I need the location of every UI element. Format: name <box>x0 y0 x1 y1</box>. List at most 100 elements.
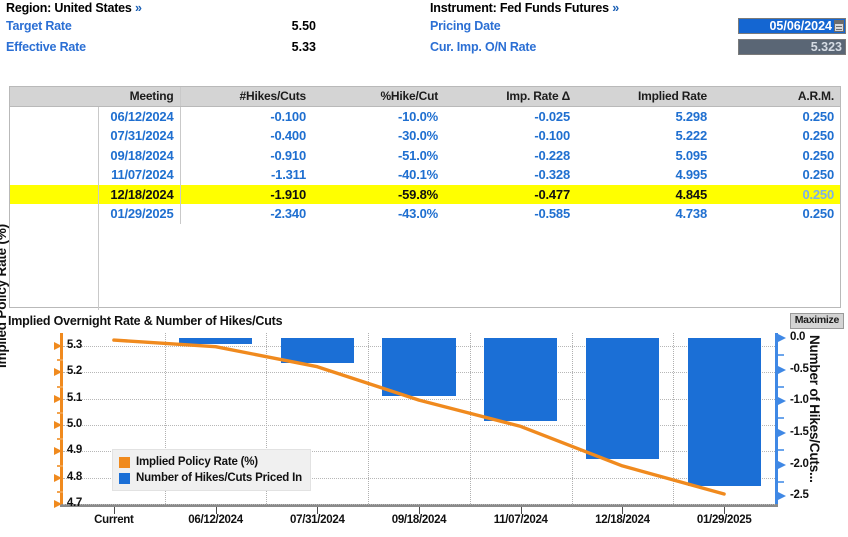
imp-rate-delta-cell: -0.477 <box>444 184 576 204</box>
imp-rate-delta-cell: -0.228 <box>534 147 570 163</box>
chart-right-tick-label: -1.5 <box>790 426 809 439</box>
meeting-cell: 11/07/2024 <box>98 165 181 185</box>
chart-right-tick-mark <box>778 460 786 469</box>
chart-x-tick-label: 12/18/2024 <box>595 514 650 526</box>
hikes-cuts-cell: -0.910 <box>270 147 306 163</box>
chart-left-tick-mark <box>54 421 62 430</box>
chart-left-tick-label: 4.8 <box>66 470 82 483</box>
implied-rate-cell: 5.222 <box>675 128 707 144</box>
cur-imp-on-rate-row: Cur. Imp. O/N Rate 5.323 <box>430 39 848 58</box>
chart-right-tick-label: -2.0 <box>790 457 809 470</box>
pricing-date-input[interactable]: 05/06/2024 <box>738 18 846 34</box>
meeting-cell: 09/18/2024 <box>98 145 181 165</box>
pricing-date-label[interactable]: Pricing Date <box>430 19 501 33</box>
table-header-row: Meeting #Hikes/Cuts %Hike/Cut Imp. Rate … <box>10 87 840 107</box>
meeting-cell: 06/12/2024 <box>98 106 181 126</box>
hikes-cuts-cell: -1.311 <box>271 167 306 183</box>
implied-rate-cell: 5.095 <box>675 147 707 163</box>
chart-plot-area[interactable]: Implied Policy Rate (%) Number of Hikes/C… <box>63 333 775 505</box>
chart-right-tick-mark <box>778 429 786 438</box>
table-body: 06/12/2024 -0.100 -10.0% -0.025 5.298 0.250 0… <box>10 106 840 310</box>
maximize-button[interactable]: Maximize <box>789 313 844 329</box>
target-rate-row: Target Rate 5.50 <box>6 19 426 37</box>
col-header-implied-rate[interactable]: Implied Rate <box>576 87 713 107</box>
chart-x-tick-mark <box>215 507 217 514</box>
col-header-meeting[interactable]: Meeting <box>98 87 181 107</box>
chart-right-minor-tick <box>778 417 784 420</box>
meeting-cell: 07/31/2024 <box>98 126 181 146</box>
chart-left-minor-tick <box>57 464 63 467</box>
chart-left-tick-mark <box>54 473 62 482</box>
chart-left-tick-label: 5.0 <box>66 418 82 431</box>
legend-label: Number of Hikes/Cuts Priced In <box>136 472 302 484</box>
hikes-cuts-cell: -0.400 <box>270 128 306 144</box>
header-panel: Region: United States » Target Rate 5.50… <box>0 0 848 78</box>
hikes-cuts-cell: -0.100 <box>270 109 306 124</box>
table-row[interactable]: 12/18/2024 -1.910 -59.8% -0.477 4.845 0.250 <box>10 184 840 204</box>
imp-rate-delta-cell: -0.100 <box>534 128 570 144</box>
table-filler-cell <box>444 224 576 310</box>
chart-right-tick-label: 0.0 <box>790 331 806 344</box>
table-filler-cell <box>713 224 840 310</box>
chart-left-minor-tick <box>57 490 63 493</box>
row-spacer-cell <box>10 165 99 185</box>
col-header-arm[interactable]: A.R.M. <box>713 87 840 107</box>
chart-right-tick-label: -0.5 <box>790 362 809 375</box>
imp-rate-delta-cell: -0.025 <box>534 109 570 124</box>
arm-cell: 0.250 <box>713 184 840 204</box>
cur-imp-on-rate-field: 5.323 <box>738 39 846 55</box>
region-chevron-icon[interactable]: » <box>135 1 142 15</box>
chart-left-tick-mark <box>54 447 62 456</box>
chart-left-tick-mark <box>54 368 62 377</box>
legend-item[interactable]: Implied Policy Rate (%) <box>119 455 302 469</box>
chart-x-tick-label: 11/07/2024 <box>493 514 548 526</box>
meetings-table: Meeting #Hikes/Cuts %Hike/Cut Imp. Rate … <box>10 87 840 310</box>
table-row[interactable]: 09/18/2024 -0.910 -51.0% -0.228 5.095 0.250 <box>10 145 840 165</box>
table-row[interactable]: 01/29/2025 -2.340 -43.0% -0.585 4.738 0.250 <box>10 204 840 224</box>
target-rate-label[interactable]: Target Rate <box>6 19 72 33</box>
implied-rate-cell: 4.995 <box>675 167 707 183</box>
legend-item[interactable]: Number of Hikes/Cuts Priced In <box>119 471 302 485</box>
chart-left-tick-label: 5.3 <box>66 339 82 352</box>
chart-left-tick-label: 5.1 <box>66 391 82 404</box>
chart-right-tick-mark <box>778 365 786 374</box>
col-header-pct-hike-cut[interactable]: %Hike/Cut <box>312 87 444 107</box>
hikes-cuts-cell: -2.340 <box>270 206 306 222</box>
table-filler-cell <box>312 224 444 310</box>
chart-left-minor-tick <box>57 438 63 441</box>
calendar-icon[interactable] <box>834 20 844 32</box>
row-spacer-cell <box>10 184 99 204</box>
imp-rate-delta-cell: -0.585 <box>534 206 570 222</box>
chart-x-tick-label: Current <box>94 514 134 526</box>
table-row[interactable]: 06/12/2024 -0.100 -10.0% -0.025 5.298 0.250 <box>10 106 840 126</box>
col-header-imp-rate-delta[interactable]: Imp. Rate Δ <box>444 87 576 107</box>
effective-rate-label[interactable]: Effective Rate <box>6 40 86 54</box>
instrument-title: Instrument: Fed Funds Futures » <box>430 1 619 15</box>
legend-label: Implied Policy Rate (%) <box>136 456 258 468</box>
chart-x-tick-mark <box>113 507 115 514</box>
meeting-cell: 01/29/2025 <box>98 204 181 224</box>
chart-right-minor-tick <box>778 448 784 451</box>
chart-legend: Implied Policy Rate (%) Number of Hikes/C… <box>112 449 311 491</box>
row-spacer-cell <box>10 204 99 224</box>
chart-title: Implied Overnight Rate & Number of Hikes… <box>8 314 283 328</box>
table-row[interactable]: 07/31/2024 -0.400 -30.0% -0.100 5.222 0.250 <box>10 126 840 146</box>
implied-rate-cell: 4.738 <box>675 206 707 222</box>
table-row[interactable]: 11/07/2024 -1.311 -40.1% -0.328 4.995 0.250 <box>10 165 840 185</box>
chart-panel: Implied Overnight Rate & Number of Hikes… <box>0 224 848 537</box>
chart-right-tick-mark <box>778 334 786 343</box>
chart-right-tick-label: -1.0 <box>790 394 809 407</box>
pct-hike-cut-cell: -10.0% <box>398 109 438 124</box>
chart-left-tick-mark <box>54 500 62 508</box>
col-header-hikes-cuts[interactable]: #Hikes/Cuts <box>180 87 312 107</box>
instrument-chevron-icon[interactable]: » <box>612 1 619 15</box>
chart-left-tick-label: 4.9 <box>66 444 82 457</box>
pct-hike-cut-cell: -30.0% <box>398 128 438 144</box>
cur-imp-on-rate-value: 5.323 <box>810 40 842 54</box>
cur-imp-on-rate-label[interactable]: Cur. Imp. O/N Rate <box>430 40 536 54</box>
imp-rate-delta-cell: -0.328 <box>534 167 570 183</box>
chart-x-tick-label: 06/12/2024 <box>188 514 243 526</box>
chart-left-minor-tick <box>57 385 63 388</box>
table-head: Meeting #Hikes/Cuts %Hike/Cut Imp. Rate … <box>10 87 840 107</box>
chart-left-minor-tick <box>57 359 63 362</box>
